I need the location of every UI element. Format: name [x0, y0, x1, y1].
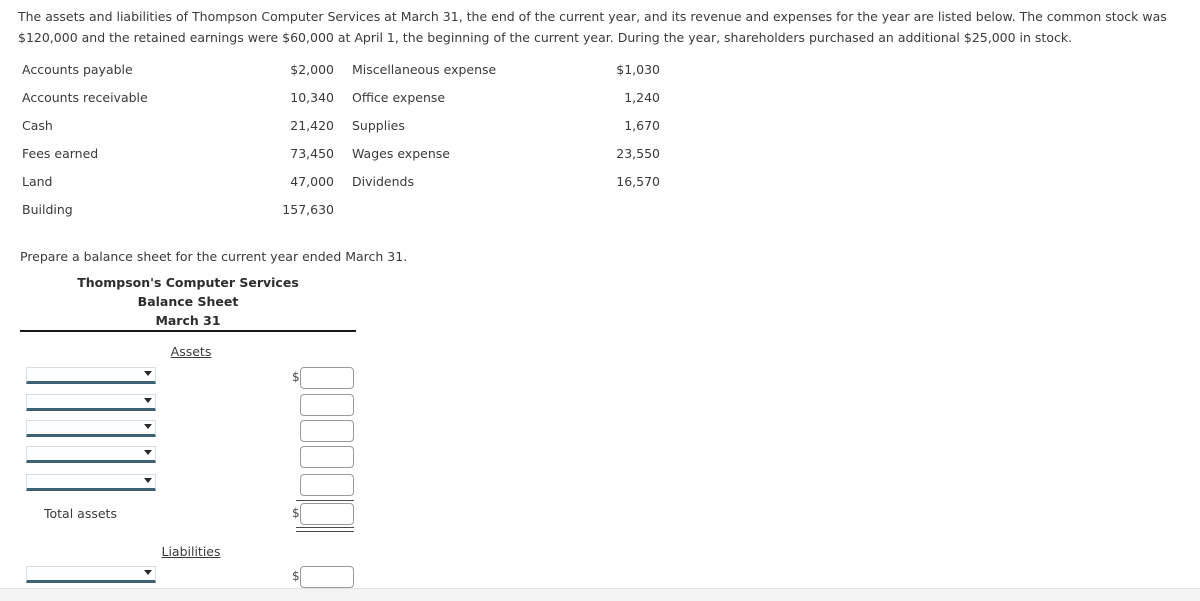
currency-symbol: $: [292, 370, 300, 384]
table-row: Cash 21,420 Supplies 1,670: [0, 112, 660, 140]
page-bottom-edge: [0, 588, 1200, 601]
task-prompt: Prepare a balance sheet for the current …: [20, 249, 408, 264]
account-value-right: 16,570: [616, 174, 660, 189]
chevron-down-icon: [144, 398, 152, 403]
table-row: Land 47,000 Dividends 16,570: [0, 168, 660, 196]
account-name-right: [334, 196, 582, 224]
asset-account-select-2[interactable]: [26, 394, 156, 411]
asset-account-select-5[interactable]: [26, 474, 156, 491]
select-box[interactable]: [26, 446, 156, 463]
account-value-left: 157,630: [282, 202, 334, 217]
account-value-left: $2,000: [290, 62, 334, 77]
account-value-left: 73,450: [290, 146, 334, 161]
account-value-left: 47,000: [290, 174, 334, 189]
account-name-right: Supplies: [352, 118, 405, 133]
asset-amount-input-1[interactable]: [300, 367, 354, 389]
chevron-down-icon: [144, 478, 152, 483]
asset-amount-input-4[interactable]: [300, 446, 354, 468]
account-value-right: 1,240: [624, 90, 660, 105]
account-name-right: Dividends: [352, 174, 414, 189]
asset-account-select-1[interactable]: [26, 367, 156, 384]
total-double-rule: [296, 527, 354, 532]
account-listing-body: Accounts payable $2,000 Miscellaneous ex…: [0, 56, 660, 224]
intro-paragraph: The assets and liabilities of Thompson C…: [18, 9, 1167, 45]
total-assets-label: Total assets: [44, 506, 117, 521]
account-value-right: 23,550: [616, 146, 660, 161]
total-assets-input[interactable]: [300, 503, 354, 525]
chevron-down-icon: [144, 371, 152, 376]
account-value-right: [582, 196, 660, 224]
account-value-right: $1,030: [616, 62, 660, 77]
assets-section-label: Assets: [170, 344, 212, 359]
table-row: Fees earned 73,450 Wages expense 23,550: [0, 140, 660, 168]
account-name-right: Office expense: [352, 90, 446, 105]
asset-line-row: [0, 394, 700, 421]
asset-amount-input-5[interactable]: [300, 474, 354, 496]
account-name-left: Building: [22, 202, 73, 217]
account-value-left: 21,420: [290, 118, 334, 133]
liabilities-section-label: Liabilities: [161, 544, 221, 559]
chevron-down-icon: [144, 570, 152, 575]
statement-date: March 31: [155, 313, 221, 328]
chevron-down-icon: [144, 424, 152, 429]
asset-amount-input-2[interactable]: [300, 394, 354, 416]
subtotal-rule: [296, 500, 354, 501]
account-name-left: Cash: [22, 118, 53, 133]
heading-rule: [20, 330, 356, 332]
currency-symbol: $: [292, 506, 300, 520]
currency-symbol: $: [292, 569, 300, 583]
account-value-right: 1,670: [624, 118, 660, 133]
asset-account-select-3[interactable]: [26, 420, 156, 437]
company-name: Thompson's Computer Services: [77, 275, 299, 290]
table-row: Accounts payable $2,000 Miscellaneous ex…: [0, 56, 660, 84]
asset-line-row: [0, 474, 700, 501]
select-box[interactable]: [26, 566, 156, 583]
total-assets-row: Total assets $: [0, 503, 700, 530]
select-box[interactable]: [26, 367, 156, 384]
account-value-left: 10,340: [290, 90, 334, 105]
statement-heading: Thompson's Computer Services Balance She…: [20, 273, 356, 330]
account-name-right: Miscellaneous expense: [352, 62, 497, 77]
account-listing-table: Accounts payable $2,000 Miscellaneous ex…: [0, 56, 660, 224]
select-box[interactable]: [26, 420, 156, 437]
asset-line-row: [0, 446, 700, 473]
select-box[interactable]: [26, 394, 156, 411]
asset-line-row: [0, 420, 700, 447]
asset-line-row: $: [0, 367, 700, 394]
liability-amount-input-1[interactable]: [300, 566, 354, 588]
account-name-right: Wages expense: [352, 146, 450, 161]
account-name-left: Fees earned: [22, 146, 99, 161]
asset-account-select-4[interactable]: [26, 446, 156, 463]
asset-amount-input-3[interactable]: [300, 420, 354, 442]
table-row: Accounts receivable 10,340 Office expens…: [0, 84, 660, 112]
table-row: Building 157,630: [0, 196, 660, 224]
account-name-left: Accounts receivable: [22, 90, 148, 105]
statement-title: Balance Sheet: [137, 294, 239, 309]
liability-account-select-1[interactable]: [26, 566, 156, 583]
account-name-left: Accounts payable: [22, 62, 133, 77]
chevron-down-icon: [144, 450, 152, 455]
account-name-left: Land: [22, 174, 53, 189]
select-box[interactable]: [26, 474, 156, 491]
